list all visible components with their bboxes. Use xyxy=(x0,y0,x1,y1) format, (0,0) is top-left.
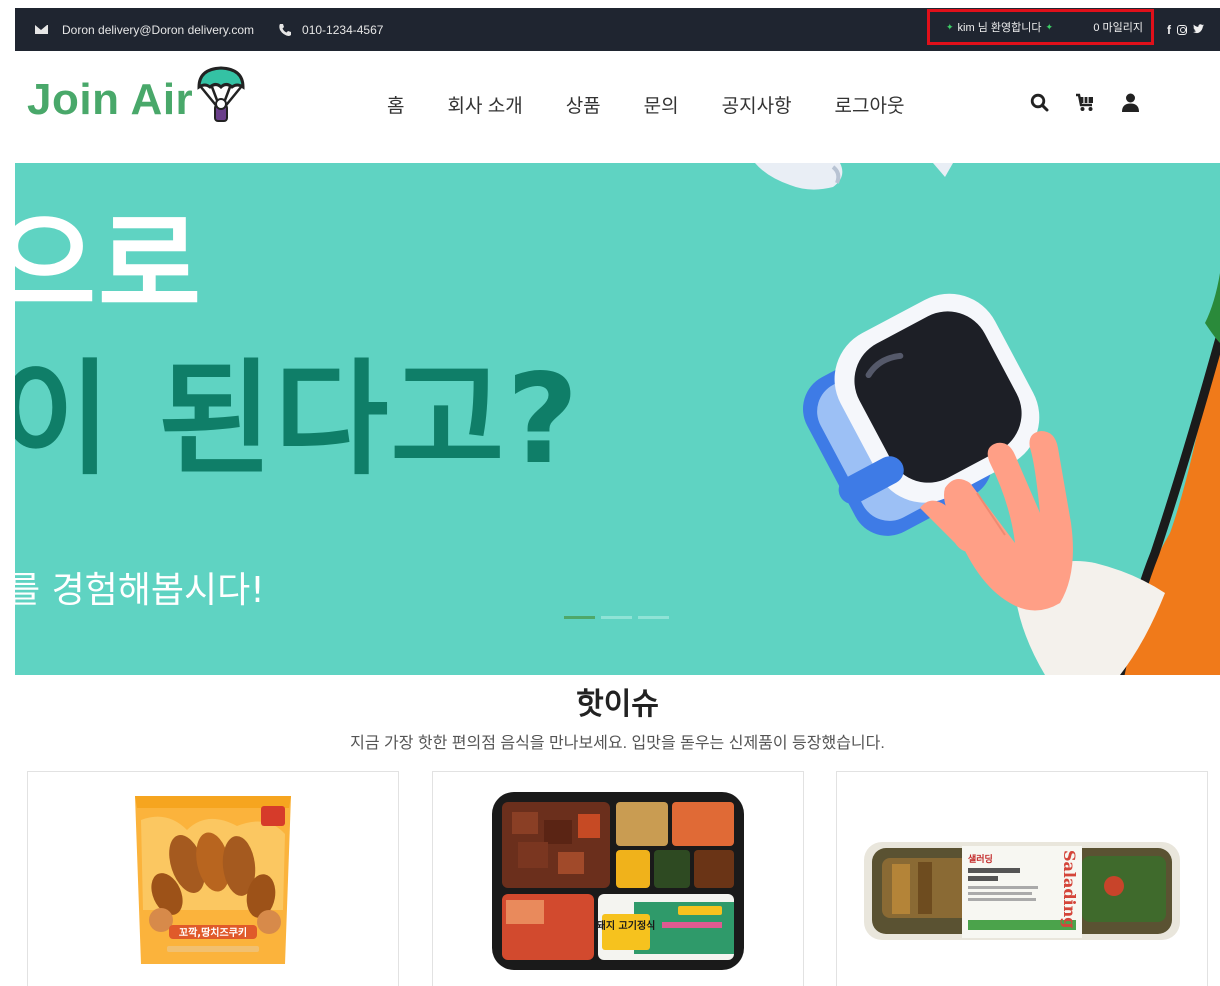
instagram-icon[interactable] xyxy=(1177,24,1187,35)
facebook-icon[interactable]: f xyxy=(1167,23,1171,37)
twitter-icon[interactable] xyxy=(1193,23,1204,37)
nav-home[interactable]: 홈 xyxy=(387,91,404,118)
nav-notice[interactable]: 공지사항 xyxy=(722,91,792,118)
social-links: f xyxy=(1167,8,1204,51)
product-image-salad: 샐러딩 Salading xyxy=(864,842,1180,940)
product-card[interactable]: 꼬깍,땅치즈쿠키 xyxy=(27,771,399,986)
section-title: 핫이슈 xyxy=(576,688,659,721)
product-label: 돼지 고기정식 xyxy=(597,919,656,932)
product-image-lunchbox: 돼지 고기정식 xyxy=(492,792,744,970)
product-label: Salading xyxy=(1060,850,1079,928)
header-icons xyxy=(1030,93,1139,112)
top-bar: Doron delivery@Doron delivery.com 010-12… xyxy=(15,8,1220,51)
contact-email[interactable]: Doron delivery@Doron delivery.com xyxy=(62,23,254,37)
vr-headset-illustration xyxy=(755,163,1220,675)
nav-inquiry[interactable]: 문의 xyxy=(644,91,679,118)
nav-logout[interactable]: 로그아웃 xyxy=(835,91,905,118)
product-card[interactable]: 샐러딩 Salading xyxy=(836,771,1208,986)
main-header: Join Air 홈 회사 소개 상품 문의 공지사항 로그아웃 xyxy=(15,51,1220,163)
product-card[interactable]: 돼지 고기정식 xyxy=(432,771,804,986)
product-label: 꼬깍,땅치즈쿠키 xyxy=(179,926,247,939)
phone-icon xyxy=(278,23,292,37)
search-icon[interactable] xyxy=(1030,93,1049,112)
carousel-indicators xyxy=(564,616,669,619)
carousel-indicator[interactable] xyxy=(564,616,595,619)
sparkle-icon: ✦ xyxy=(946,21,954,32)
hero-headline-1: 으로 xyxy=(15,201,204,331)
main-nav: 홈 회사 소개 상품 문의 공지사항 로그아웃 xyxy=(387,91,904,118)
svg-text:샐러딩: 샐러딩 xyxy=(968,853,993,865)
nav-about[interactable]: 회사 소개 xyxy=(447,91,522,118)
sparkle-icon: ✦ xyxy=(1045,21,1054,32)
carousel-indicator[interactable] xyxy=(601,616,632,619)
mail-icon xyxy=(35,25,48,34)
cart-icon[interactable] xyxy=(1075,93,1096,112)
product-image-cookie: 꼬깍,땅치즈쿠키 xyxy=(135,796,291,964)
left-margin xyxy=(0,0,15,986)
hero-headline-2: 이 된다고? xyxy=(15,348,581,492)
section-subtitle: 지금 가장 핫한 편의점 음식을 만나보세요. 입맛을 돋우는 신제품이 등장했… xyxy=(350,735,885,752)
carousel-indicator[interactable] xyxy=(638,616,669,619)
logo-text: Join Air xyxy=(27,75,194,124)
parachute-icon xyxy=(197,66,245,122)
contact-info: Doron delivery@Doron delivery.com 010-12… xyxy=(35,8,383,51)
contact-phone[interactable]: 010-1234-4567 xyxy=(302,23,383,37)
user-icon[interactable] xyxy=(1122,93,1139,112)
hot-issue-section: 핫이슈 지금 가장 핫한 편의점 음식을 만나보세요. 입맛을 돋우는 신제품이… xyxy=(15,675,1220,986)
page: Doron delivery@Doron delivery.com 010-12… xyxy=(15,8,1220,986)
hero-banner: 으로 이 된다고? 를 경험해봅시다! xyxy=(15,163,1220,675)
logo[interactable]: Join Air xyxy=(27,66,247,125)
nav-products[interactable]: 상품 xyxy=(566,91,601,118)
welcome-text: kim 님 환영합니다 xyxy=(957,22,1042,34)
hero-subline: 를 경험해봅시다! xyxy=(15,570,265,611)
user-info-box: ✦ kim 님 환영합니다 ✦ 0 마일리지 xyxy=(927,9,1154,45)
welcome-message: ✦ kim 님 환영합니다 ✦ xyxy=(946,19,1053,35)
mileage-link[interactable]: 0 마일리지 xyxy=(1093,19,1143,35)
